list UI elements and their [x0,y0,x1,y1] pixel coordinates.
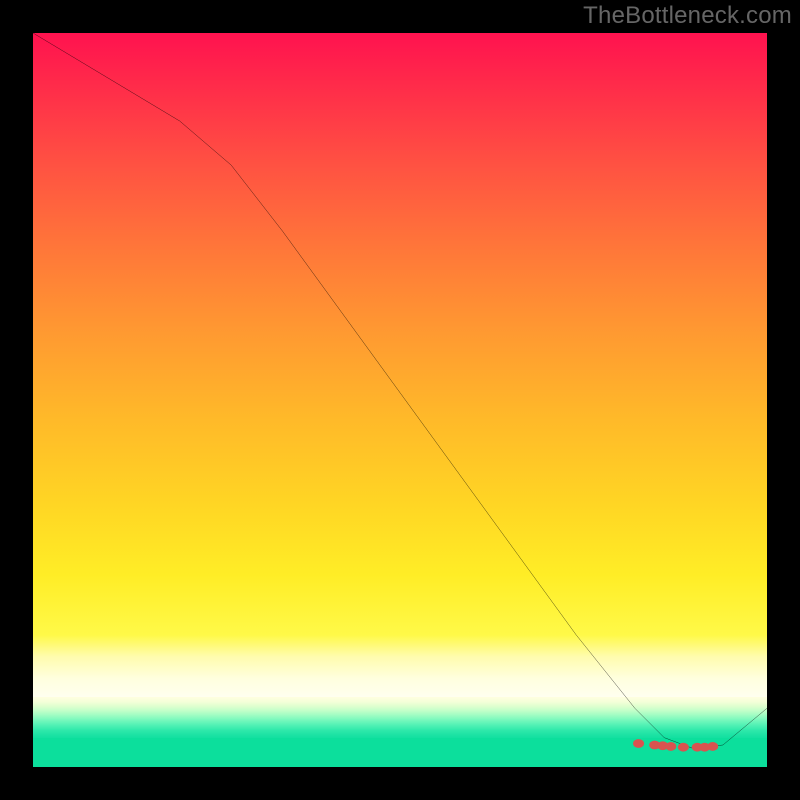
optimum-marker [665,742,676,751]
curve-layer [33,33,767,767]
optimum-markers [633,739,718,751]
plot-area [33,33,767,767]
optimum-marker [707,742,718,751]
chart-frame: TheBottleneck.com [0,0,800,800]
optimum-marker [633,739,644,748]
optimum-marker [678,743,689,752]
bottleneck-curve [33,33,767,749]
watermark-text: TheBottleneck.com [583,2,792,30]
